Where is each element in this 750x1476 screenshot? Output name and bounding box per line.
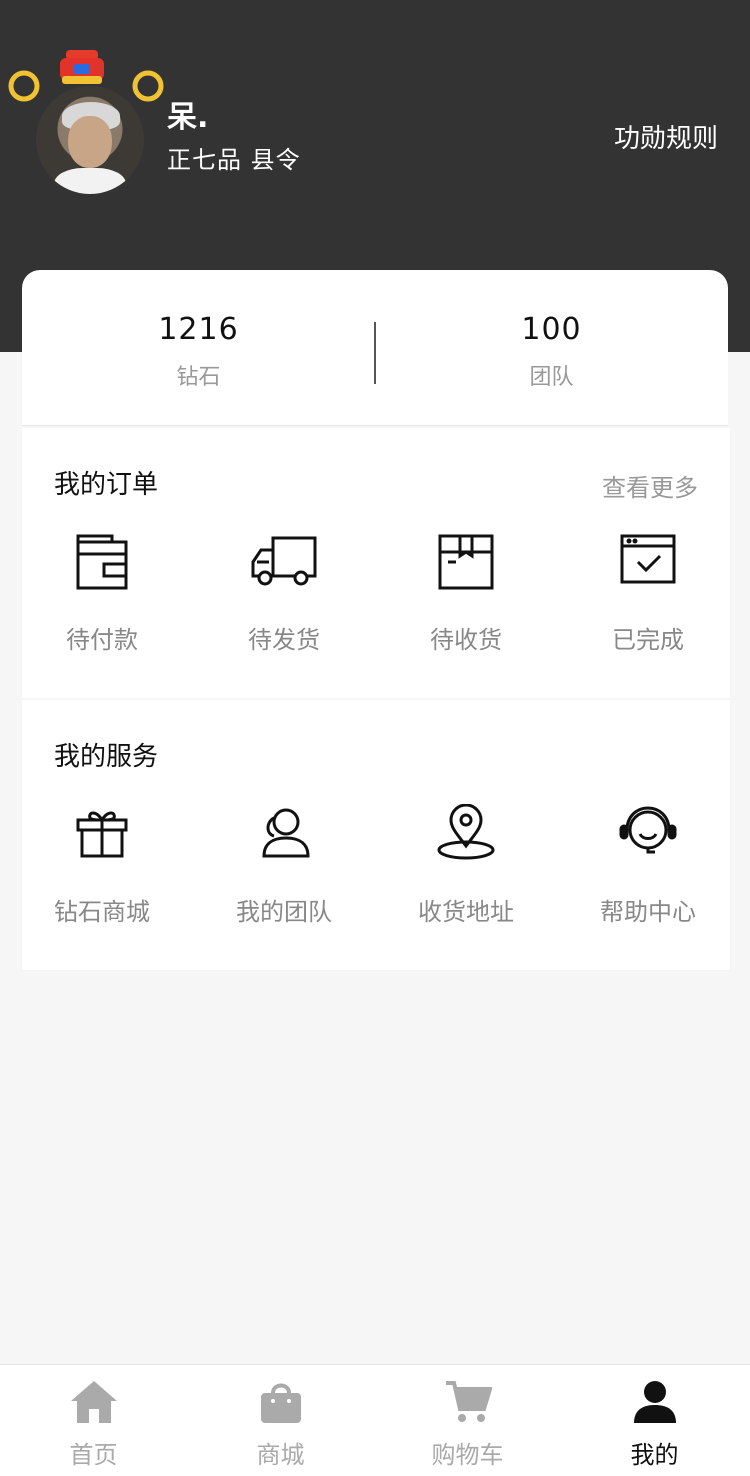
order-pending-receipt[interactable]: 待收货 [386, 524, 546, 674]
user-rank: 正七品 县令 [167, 146, 301, 174]
gift-icon [76, 811, 128, 858]
grid-item-label: 帮助中心 [600, 898, 696, 926]
tab-label: 我的 [630, 1441, 679, 1469]
tab-label: 商城 [256, 1441, 305, 1469]
avatar[interactable] [36, 86, 144, 194]
stat-team[interactable]: 100 团队 [375, 312, 728, 391]
my-orders-section: 我的订单 查看更多 待付款 待发货 待收货 已完成 [22, 428, 730, 698]
grid-item-label: 我的团队 [236, 898, 332, 926]
user-name: 呆. [167, 100, 209, 135]
stat-label: 钻石 [176, 365, 221, 390]
order-completed[interactable]: 已完成 [568, 524, 728, 674]
view-more-link[interactable]: 查看更多 [602, 468, 698, 503]
section-title: 我的服务 [54, 742, 159, 772]
order-pending-shipment[interactable]: 待发货 [204, 524, 364, 674]
service-help-center[interactable]: 帮助中心 [568, 796, 728, 946]
service-shipping-address[interactable]: 收货地址 [386, 796, 546, 946]
completed-window-icon [620, 534, 676, 584]
section-title: 我的订单 [54, 470, 159, 500]
wallet-icon [76, 534, 128, 590]
headset-icon [619, 806, 677, 854]
truck-icon [251, 536, 317, 586]
location-pin-icon [437, 804, 495, 860]
merit-rules-link[interactable]: 功勋规则 [614, 118, 718, 155]
grid-item-label: 待付款 [66, 626, 138, 654]
grid-item-label: 待收货 [430, 626, 502, 654]
avatar-face [68, 116, 112, 168]
grid-item-label: 收货地址 [418, 898, 514, 926]
tab-label: 购物车 [431, 1441, 504, 1469]
tab-label: 首页 [69, 1441, 118, 1469]
avatar-frame[interactable] [8, 46, 164, 194]
grid-item-label: 已完成 [612, 626, 684, 654]
shopping-bag-icon [260, 1383, 301, 1423]
stat-diamonds[interactable]: 1216 钻石 [22, 312, 375, 391]
cart-icon [445, 1381, 492, 1422]
grid-item-label: 钻石商城 [54, 898, 150, 926]
stat-value: 100 [521, 312, 582, 347]
tab-home[interactable]: 首页 [0, 1365, 187, 1476]
tab-mall[interactable]: 商城 [187, 1365, 374, 1476]
tab-mine[interactable]: 我的 [561, 1365, 748, 1476]
order-pending-payment[interactable]: 待付款 [22, 524, 182, 674]
bottom-tab-bar: 首页 商城 购物车 我的 [0, 1364, 750, 1476]
stat-label: 团队 [529, 365, 574, 390]
stats-card: 1216 钻石 100 团队 [22, 270, 728, 426]
stat-value: 1216 [158, 312, 239, 347]
coin-right-icon [132, 70, 164, 102]
tab-cart[interactable]: 购物车 [374, 1365, 561, 1476]
user-icon [633, 1381, 676, 1423]
grid-item-label: 待发货 [248, 626, 320, 654]
package-icon [438, 534, 494, 590]
services-grid: 钻石商城 我的团队 收货地址 帮助中心 [22, 796, 730, 946]
service-my-team[interactable]: 我的团队 [204, 796, 364, 946]
coin-left-icon [8, 70, 40, 102]
home-icon [70, 1381, 117, 1423]
team-icon [262, 808, 310, 858]
official-hat-icon [60, 50, 104, 84]
my-services-section: 我的服务 钻石商城 我的团队 收货地址 帮助中心 [22, 700, 730, 970]
service-diamond-mall[interactable]: 钻石商城 [22, 796, 182, 946]
avatar-body [54, 168, 126, 194]
orders-grid: 待付款 待发货 待收货 已完成 [22, 524, 730, 674]
